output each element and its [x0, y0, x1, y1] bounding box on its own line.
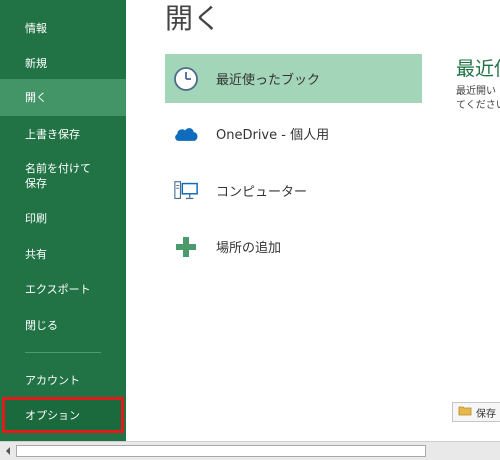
place-label: 場所の追加 [216, 241, 282, 256]
scroll-left-icon[interactable] [2, 445, 14, 457]
plus-icon [173, 234, 199, 260]
folder-icon [458, 405, 472, 419]
nav-item-share[interactable]: 共有 [0, 244, 126, 264]
page-title: 開く [165, 2, 222, 35]
nav-item-close[interactable]: 閉じる [0, 315, 126, 335]
nav-item-save-as[interactable]: 名前を付けて 保存 [0, 159, 126, 193]
place-label: OneDrive - 個人用 [216, 128, 330, 143]
place-onedrive[interactable]: OneDrive - 個人用 [165, 109, 422, 158]
nav-item-export[interactable]: エクスポート [0, 279, 126, 299]
nav-divider [25, 352, 101, 353]
clock-icon [173, 66, 199, 92]
place-computer[interactable]: コンピューター [165, 166, 422, 215]
nav-item-account[interactable]: アカウント [0, 370, 126, 390]
nav-item-info[interactable]: 情報 [0, 18, 126, 38]
nav-item-save[interactable]: 上書き保存 [0, 124, 126, 144]
place-add-location[interactable]: 場所の追加 [165, 222, 422, 271]
nav-item-options[interactable]: オプション [2, 397, 124, 433]
saved-folder-button[interactable]: 保存 [452, 402, 500, 422]
recent-desc-line1: 最近開い [456, 86, 496, 97]
computer-icon [173, 178, 199, 204]
place-label: コンピューター [216, 185, 308, 200]
horizontal-scrollbar[interactable] [0, 441, 500, 460]
recent-title: 最近使 [456, 58, 500, 80]
place-recent-workbooks[interactable]: 最近使ったブック [165, 54, 422, 103]
nav-item-new[interactable]: 新規 [0, 53, 126, 73]
backstage-sidebar: 情報 新規 開く 上書き保存 名前を付けて 保存 印刷 共有 エクスポート 閉じ… [0, 0, 126, 441]
recent-desc-line2: てください [456, 100, 500, 111]
place-label: 最近使ったブック [216, 73, 321, 88]
cloud-icon [173, 121, 199, 147]
saved-folder-label: 保存 [476, 408, 496, 420]
nav-item-open[interactable]: 開く [0, 79, 126, 116]
scrollbar-thumb[interactable] [16, 445, 426, 457]
nav-item-print[interactable]: 印刷 [0, 208, 126, 228]
